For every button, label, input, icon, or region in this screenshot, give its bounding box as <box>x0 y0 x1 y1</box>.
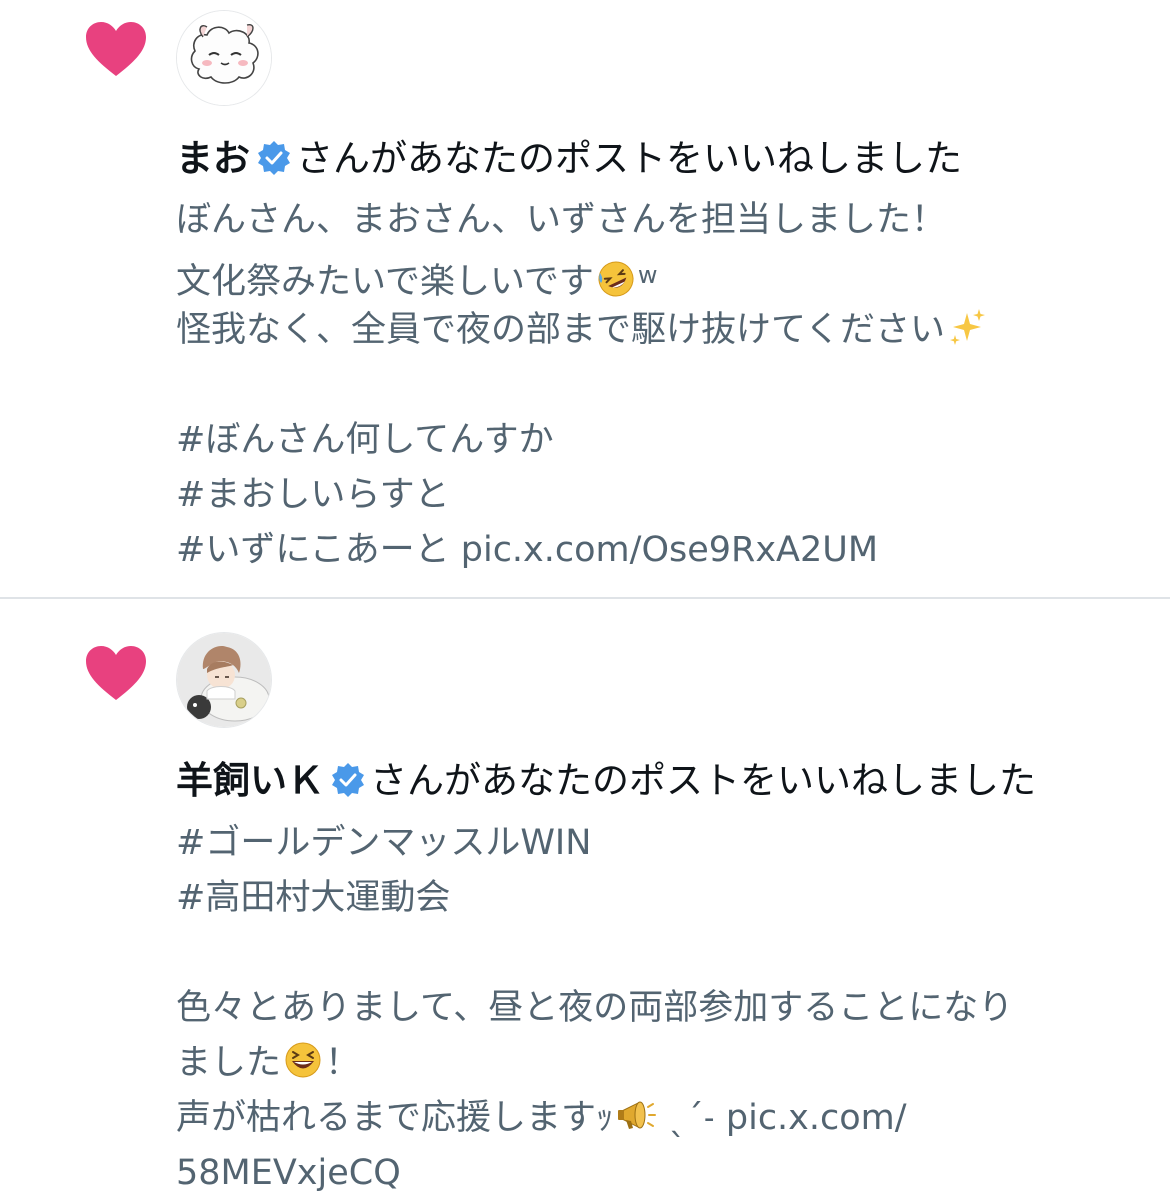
post-line-text: 文化祭みたいで楽しいです <box>176 262 594 302</box>
post-line: 声が枯れるまで応援しますｯ ˎˊ˗ pic.x.com/ <box>176 1091 1136 1146</box>
post-text[interactable]: ぼんさん、まおさん、いずさんを担当しました！ 文化祭みたいで楽しいです w 怪我… <box>176 193 1136 578</box>
post-line: 色々とありまして、昼と夜の両部参加することになり <box>176 988 1014 1028</box>
link-text[interactable]: ˎˊ˗ pic.x.com/ <box>658 1098 907 1138</box>
post-line: ぼんさん、まおさん、いずさんを担当しました！ <box>176 200 947 240</box>
like-notification[interactable]: まお さんがあなたのポストをいいねしました ぼんさん、まおさん、いずさんを担当し… <box>0 0 1170 598</box>
post-line: 怪我なく、全員で夜の部まで駆け抜けてください <box>176 303 1136 358</box>
username[interactable]: 羊飼いＫ <box>176 759 324 802</box>
megaphone-emoji <box>617 1101 656 1129</box>
notification-headline: 羊飼いＫ さんがあなたのポストをいいねしました <box>176 756 1036 806</box>
hashtag-line[interactable]: #ゴールデンマッスルWIN <box>176 816 1136 871</box>
username[interactable]: まお <box>176 137 250 180</box>
exclamation-mark: ！ <box>325 1043 361 1083</box>
action-text: さんがあなたのポストをいいねしました <box>370 759 1036 802</box>
hashtag-link-line[interactable]: #いずにこあーと pic.x.com/Ose9RxA2UM <box>176 523 1136 578</box>
hashtag-line[interactable]: #まおしいらすと <box>176 468 1136 523</box>
verified-badge-icon <box>332 763 364 797</box>
verified-badge-icon <box>258 141 290 175</box>
sparkles-emoji <box>949 309 985 345</box>
post-text[interactable]: #ゴールデンマッスルWIN #高田村大運動会 色々とありまして、昼と夜の両部参加… <box>176 816 1136 1201</box>
divider <box>0 597 1170 599</box>
heart-icon <box>86 646 146 700</box>
grinning-squinting-emoji <box>285 1042 321 1078</box>
notification-headline: まお さんがあなたのポストをいいねしました <box>176 134 962 184</box>
post-line-text: ました <box>176 1043 282 1083</box>
sheep-cartoon-avatar-image <box>177 11 271 105</box>
like-notification[interactable]: 羊飼いＫ さんがあなたのポストをいいねしました #ゴールデンマッスルWIN #高… <box>0 600 1170 1198</box>
boy-with-sheep-avatar-image <box>177 633 271 727</box>
post-line: ました ！ <box>176 1036 1136 1091</box>
post-line-text: 声が枯れるまで応援しますｯ <box>176 1098 614 1138</box>
hashtag-line[interactable]: #ぼんさん何してんすか <box>176 413 1136 468</box>
laugh-suffix: w <box>637 261 658 289</box>
action-text: さんがあなたのポストをいいねしました <box>296 137 962 180</box>
heart-icon <box>86 22 146 76</box>
avatar[interactable] <box>176 632 272 728</box>
hashtag-line[interactable]: #高田村大運動会 <box>176 871 1136 926</box>
post-line-text: 怪我なく、全員で夜の部まで駆け抜けてください <box>176 310 945 350</box>
post-line: 文化祭みたいで楽しいです w <box>176 248 1136 303</box>
avatar[interactable] <box>176 10 272 106</box>
rofl-emoji <box>598 261 634 297</box>
link-line[interactable]: 58MEVxjeCQ <box>176 1146 1136 1201</box>
